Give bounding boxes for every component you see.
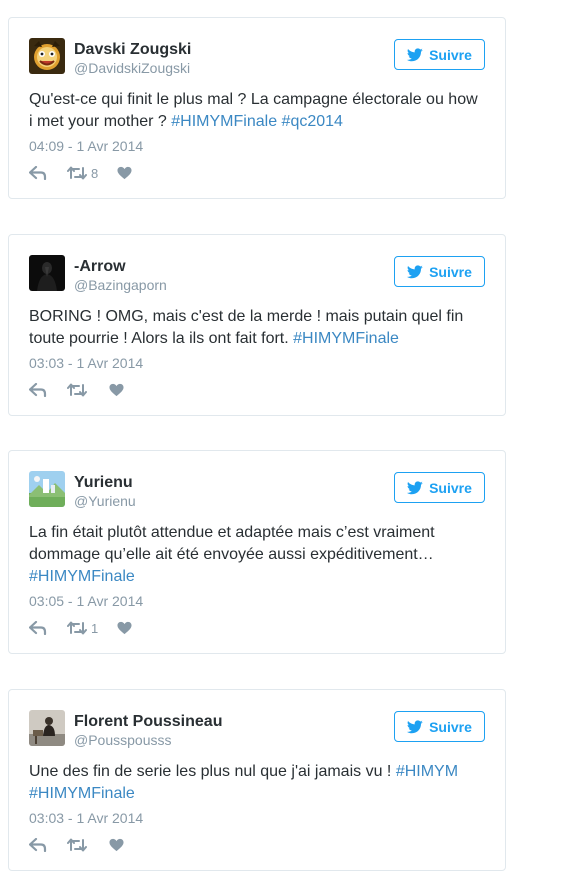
display-name[interactable]: Florent Poussineau bbox=[74, 713, 222, 731]
user-handle[interactable]: @DavidskiZougski bbox=[74, 60, 190, 76]
display-name[interactable]: Yurienu bbox=[74, 474, 133, 492]
reply-icon bbox=[29, 621, 47, 635]
display-name[interactable]: -Arrow bbox=[74, 258, 126, 276]
like-button[interactable] bbox=[109, 838, 124, 852]
heart-icon bbox=[109, 383, 124, 397]
landscape-avatar[interactable] bbox=[29, 471, 65, 507]
follow-label: Suivre bbox=[429, 718, 472, 735]
tweet-text: Qu'est-ce qui finit le plus mal ? La cam… bbox=[29, 91, 478, 130]
retweet-count: 8 bbox=[91, 165, 99, 181]
like-button[interactable] bbox=[117, 166, 132, 180]
user-handle[interactable]: @Pousspousss bbox=[74, 732, 171, 748]
hashtag-link[interactable]: #HIMYMFinale bbox=[171, 113, 277, 130]
tweet-text: Une des fin de serie les plus nul que j'… bbox=[29, 763, 459, 802]
tweet-text: La fin était plutôt attendue et adaptée … bbox=[29, 524, 435, 585]
follow-button[interactable]: Suivre bbox=[394, 711, 485, 742]
tweet-timestamp[interactable]: 03:03 - 1 Avr 2014 bbox=[29, 355, 143, 371]
retweet-button[interactable] bbox=[67, 383, 109, 397]
retweet-icon bbox=[67, 166, 87, 180]
retweet-icon bbox=[67, 621, 87, 635]
display-name[interactable]: Davski Zougski bbox=[74, 41, 191, 59]
tweet-card[interactable]: Yurienu @Yurienu Suivre La fin était plu… bbox=[8, 450, 506, 654]
cartoon-face-avatar[interactable] bbox=[29, 38, 65, 74]
retweet-button[interactable]: 8 bbox=[67, 166, 117, 181]
twitter-bird-icon bbox=[407, 47, 423, 61]
reply-button[interactable] bbox=[29, 838, 67, 852]
person-photo-avatar[interactable] bbox=[29, 710, 65, 746]
reply-icon bbox=[29, 838, 47, 852]
follow-label: Suivre bbox=[429, 263, 472, 280]
tweet-timestamp[interactable]: 03:03 - 1 Avr 2014 bbox=[29, 810, 143, 826]
reply-button[interactable] bbox=[29, 166, 67, 180]
hashtag-link[interactable]: #qc2014 bbox=[282, 113, 343, 130]
dark-figure-avatar[interactable] bbox=[29, 255, 65, 291]
follow-button[interactable]: Suivre bbox=[394, 39, 485, 70]
follow-button[interactable]: Suivre bbox=[394, 472, 485, 503]
tweet-timestamp[interactable]: 03:05 - 1 Avr 2014 bbox=[29, 593, 143, 609]
user-handle[interactable]: @Bazingaporn bbox=[74, 277, 167, 293]
heart-icon bbox=[109, 838, 124, 852]
retweet-button[interactable]: 1 bbox=[67, 621, 117, 636]
reply-icon bbox=[29, 383, 47, 397]
user-handle[interactable]: @Yurienu bbox=[74, 493, 136, 509]
twitter-bird-icon bbox=[407, 264, 423, 278]
heart-icon bbox=[117, 166, 132, 180]
twitter-bird-icon bbox=[407, 719, 423, 733]
heart-icon bbox=[117, 621, 132, 635]
follow-button[interactable]: Suivre bbox=[394, 256, 485, 287]
follow-label: Suivre bbox=[429, 479, 472, 496]
retweet-button[interactable] bbox=[67, 838, 109, 852]
retweet-icon bbox=[67, 383, 87, 397]
tweet-text: BORING ! OMG, mais c'est de la merde ! m… bbox=[29, 308, 464, 347]
reply-icon bbox=[29, 166, 47, 180]
hashtag-link[interactable]: #HIMYM bbox=[396, 763, 458, 780]
like-button[interactable] bbox=[109, 383, 124, 397]
reply-button[interactable] bbox=[29, 621, 67, 635]
tweet-card[interactable]: -Arrow @Bazingaporn Suivre BORING ! OMG,… bbox=[8, 234, 506, 416]
hashtag-link[interactable]: #HIMYMFinale bbox=[29, 568, 135, 585]
retweet-count: 1 bbox=[91, 620, 99, 636]
like-button[interactable] bbox=[117, 621, 132, 635]
reply-button[interactable] bbox=[29, 383, 67, 397]
retweet-icon bbox=[67, 838, 87, 852]
tweet-actions bbox=[29, 835, 124, 855]
hashtag-link[interactable]: #HIMYMFinale bbox=[29, 785, 135, 802]
tweet-card[interactable]: Davski Zougski @DavidskiZougski Suivre Q… bbox=[8, 17, 506, 199]
tweet-actions: 8 bbox=[29, 163, 132, 183]
tweet-timestamp[interactable]: 04:09 - 1 Avr 2014 bbox=[29, 138, 143, 154]
tweet-actions bbox=[29, 380, 124, 400]
twitter-bird-icon bbox=[407, 480, 423, 494]
tweet-actions: 1 bbox=[29, 618, 132, 638]
follow-label: Suivre bbox=[429, 46, 472, 63]
tweet-card[interactable]: Florent Poussineau @Pousspousss Suivre U… bbox=[8, 689, 506, 871]
hashtag-link[interactable]: #HIMYMFinale bbox=[293, 330, 399, 347]
